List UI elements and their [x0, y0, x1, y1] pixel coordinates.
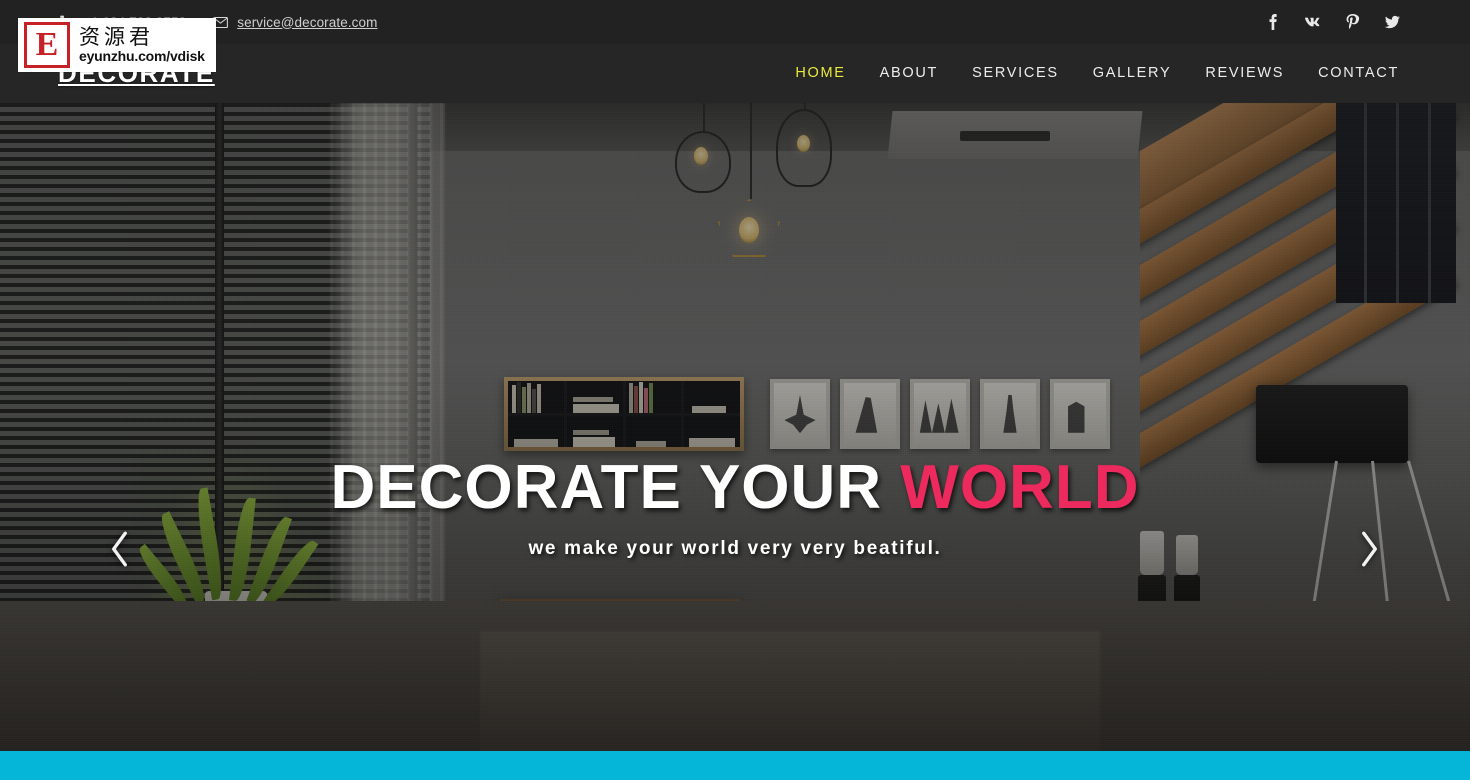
- nav-item-about[interactable]: ABOUT: [863, 44, 955, 103]
- nav-item-services[interactable]: SERVICES: [955, 44, 1076, 103]
- chevron-left-icon: [112, 531, 127, 567]
- watermark-url: eyunzhu.com/vdisk: [79, 48, 205, 65]
- twitter-icon[interactable]: [1372, 0, 1412, 44]
- main-navigation: HOME ABOUT SERVICES GALLERY REVIEWS CONT…: [778, 44, 1416, 103]
- facebook-icon[interactable]: [1252, 0, 1292, 44]
- bottom-accent-strip: [0, 751, 1470, 780]
- pinterest-icon[interactable]: [1332, 0, 1372, 44]
- social-links: [1252, 0, 1412, 44]
- hero-subheadline: we make your world very very beatiful.: [528, 537, 942, 559]
- watermark-chinese-text: 资源君: [79, 24, 154, 49]
- nav-item-gallery[interactable]: GALLERY: [1076, 44, 1189, 103]
- hero-caption: DECORATE YOUR WORLD we make your world v…: [0, 453, 1470, 560]
- top-contact-bar: +1 984 722 2758 service@decorate.com: [0, 0, 1470, 44]
- email-address: service@decorate.com: [237, 14, 378, 30]
- nav-item-contact[interactable]: CONTACT: [1301, 44, 1416, 103]
- hero-background-image: [0, 103, 1470, 751]
- watermark-overlay: E 资源君 eyunzhu.com/vdisk: [18, 18, 216, 72]
- hero-headline: DECORATE YOUR WORLD: [0, 453, 1470, 522]
- slider-prev-arrow[interactable]: [94, 521, 146, 577]
- hero-headline-main: DECORATE YOUR: [330, 453, 901, 522]
- site-header: DECORATE HOME ABOUT SERVICES GALLERY REV…: [0, 44, 1470, 103]
- hero-headline-accent: WORLD: [900, 453, 1140, 522]
- email-link[interactable]: service@decorate.com: [212, 14, 377, 30]
- chevron-right-icon: [1362, 531, 1377, 567]
- watermark-logo-letter: E: [24, 22, 70, 68]
- nav-item-reviews[interactable]: REVIEWS: [1188, 44, 1301, 103]
- hero-slider: DECORATE YOUR WORLD we make your world v…: [0, 103, 1470, 751]
- slider-next-arrow[interactable]: [1343, 521, 1395, 577]
- vk-icon[interactable]: [1292, 0, 1332, 44]
- nav-item-home[interactable]: HOME: [778, 44, 862, 103]
